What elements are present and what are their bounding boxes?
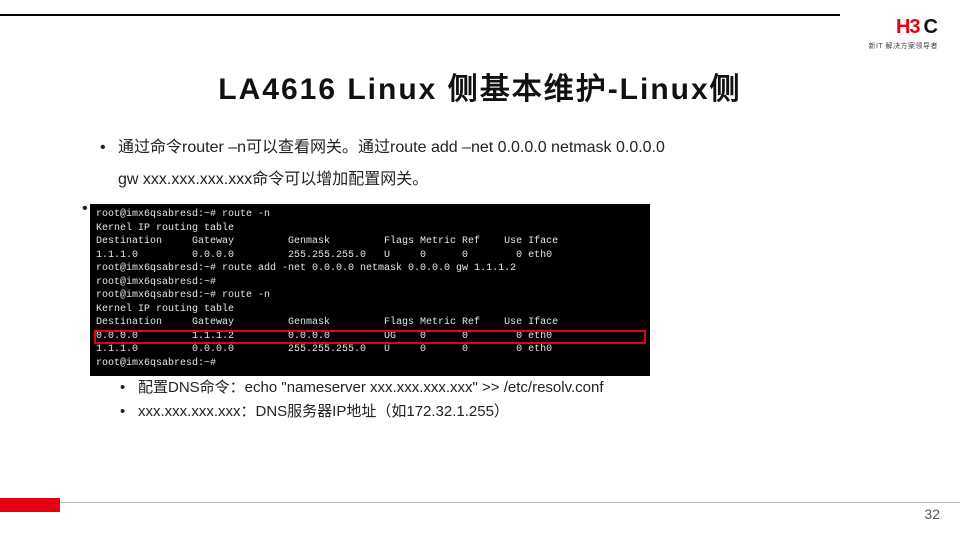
terminal-line: Destination Gateway Genmask Flags Metric… — [96, 316, 644, 330]
logo-left: H3 — [896, 16, 920, 39]
bullet-route-cmd-line1: 通过命令router –n可以查看网关。通过route add –net 0.0… — [118, 139, 665, 156]
brand-area: H3 C 新IT 解决方案领导者 — [868, 18, 938, 51]
bullet-route-cmd-line2: gw xxx.xxx.xxx.xxx命令可以增加配置网关。 — [118, 171, 428, 188]
terminal-line: root@imx6qsabresd:~# route add -net 0.0.… — [96, 262, 644, 276]
terminal-screenshot: root@imx6qsabresd:~# route -nKernel IP r… — [90, 204, 650, 376]
slide-footer: 32 — [0, 502, 960, 526]
terminal-line: 0.0.0.0 1.1.1.2 0.0.0.0 UG 0 0 0 eth0 — [96, 330, 644, 344]
top-rule — [0, 14, 960, 16]
terminal-line: root@imx6qsabresd:~# — [96, 276, 644, 290]
terminal-line: root@imx6qsabresd:~# — [96, 357, 644, 371]
bottom-bullets: 配置DNS命令：echo "nameserver xxx.xxx.xxx.xxx… — [120, 376, 880, 424]
bullet-dns-cmd: 配置DNS命令：echo "nameserver xxx.xxx.xxx.xxx… — [120, 376, 880, 400]
logo-tagline: 新IT 解决方案领导者 — [868, 41, 938, 51]
bullet-dns-note: xxx.xxx.xxx.xxx：DNS服务器IP地址（如172.32.1.255… — [120, 400, 880, 424]
footer-accent — [0, 498, 60, 512]
logo-right: C — [924, 16, 938, 39]
terminal-line: root@imx6qsabresd:~# route -n — [96, 289, 644, 303]
slide-body: 通过命令router –n可以查看网关。通过route add –net 0.0… — [100, 132, 880, 388]
brand-logo: H3 C — [896, 16, 938, 39]
terminal-line: root@imx6qsabresd:~# route -n — [96, 208, 644, 222]
terminal-line: 1.1.1.0 0.0.0.0 255.255.255.0 U 0 0 0 et… — [96, 343, 644, 357]
slide-title: LA4616 Linux 侧基本维护-Linux侧 — [0, 64, 960, 108]
bullet-route-cmd: 通过命令router –n可以查看网关。通过route add –net 0.0… — [100, 132, 880, 196]
terminal-line: Kernel IP routing table — [96, 222, 644, 236]
footer-rule — [0, 502, 960, 503]
terminal-line: Kernel IP routing table — [96, 303, 644, 317]
terminal-line: 1.1.1.0 0.0.0.0 255.255.255.0 U 0 0 0 et… — [96, 249, 644, 263]
page-number: 32 — [924, 506, 940, 522]
terminal-line: Destination Gateway Genmask Flags Metric… — [96, 235, 644, 249]
